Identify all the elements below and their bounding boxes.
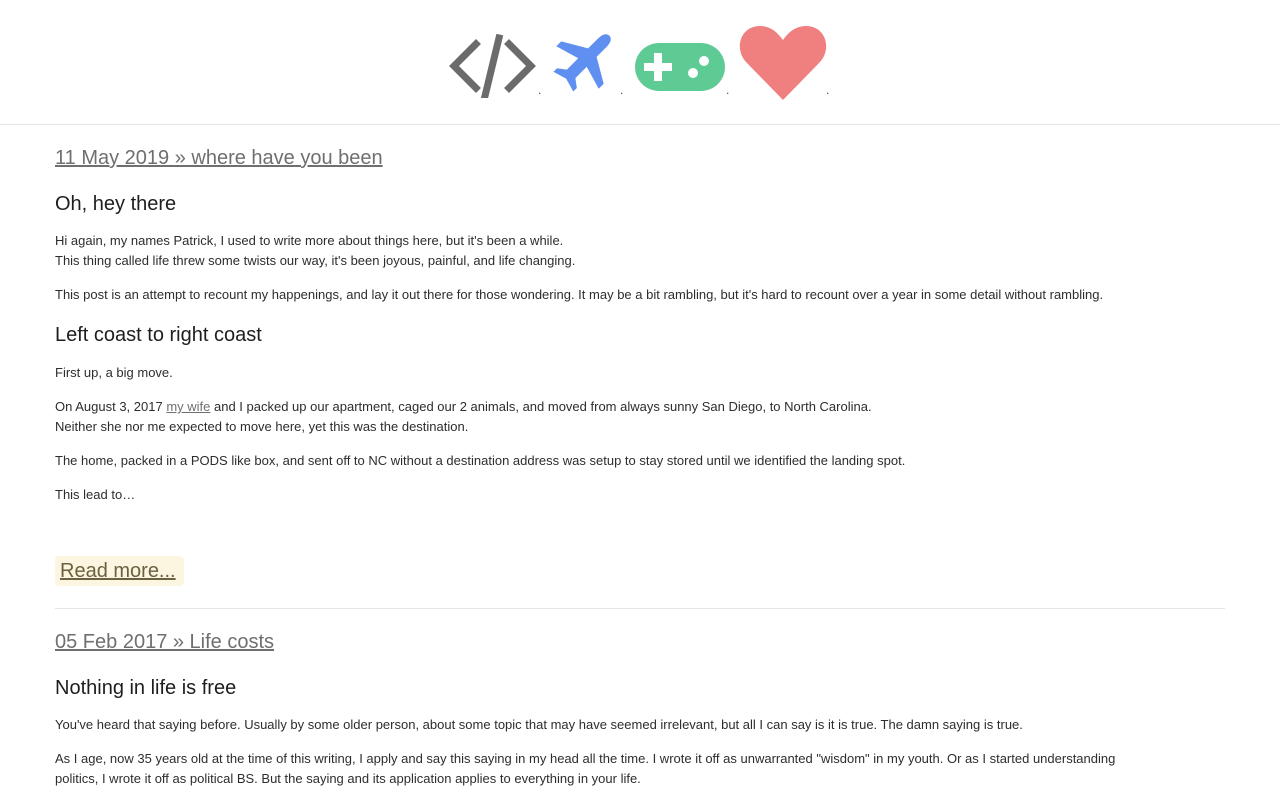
separator-dot: . [538, 83, 542, 97]
post-divider [55, 608, 1225, 609]
section-heading: Oh, hey there [55, 193, 177, 215]
separator-dot: . [726, 83, 730, 97]
text-fragment: On August 3, 2017 [55, 399, 167, 414]
paragraph: This lead to… [55, 487, 136, 502]
paragraph: Hi again, my names Patrick, I used to wr… [55, 231, 575, 271]
code-icon[interactable] [448, 34, 538, 98]
text-fragment: and I packed up our apartment, caged our… [210, 399, 872, 414]
post-title-link[interactable]: 05 Feb 2017 » Life costs [55, 631, 274, 654]
paragraph: As I age, now 35 years old at the time o… [55, 749, 1115, 789]
post-title-link[interactable]: 11 May 2019 » where have you been [55, 147, 383, 170]
wife-link[interactable]: my wife [166, 399, 210, 414]
paragraph: On August 3, 2017 my wife and I packed u… [55, 397, 872, 437]
text-line: As I age, now 35 years old at the time o… [55, 751, 1116, 766]
read-more-label: Read more... [60, 560, 176, 582]
logo-row: . . . . [446, 22, 846, 102]
section-heading: Nothing in life is free [55, 677, 237, 699]
text-line: Neither she nor me expected to move here… [55, 419, 469, 434]
text-line: This thing called life threw some twists… [55, 253, 576, 268]
paragraph: This post is an attempt to recount my ha… [55, 287, 1104, 302]
site-header: . . . . [0, 0, 1280, 125]
separator-dot: . [620, 83, 624, 97]
text-line: Hi again, my names Patrick, I used to wr… [55, 233, 564, 248]
paragraph: First up, a big move. [55, 365, 173, 380]
paragraph: You've heard that saying before. Usually… [55, 717, 1023, 732]
heart-icon[interactable] [738, 24, 828, 100]
airplane-icon[interactable] [552, 24, 620, 94]
read-more-button[interactable]: Read more... [55, 556, 184, 586]
section-heading: Left coast to right coast [55, 324, 262, 346]
text-line: politics, I wrote it off as political BS… [55, 771, 641, 786]
gamepad-icon[interactable] [634, 42, 726, 92]
separator-dot: . [826, 83, 830, 97]
paragraph: The home, packed in a PODS like box, and… [55, 453, 906, 468]
